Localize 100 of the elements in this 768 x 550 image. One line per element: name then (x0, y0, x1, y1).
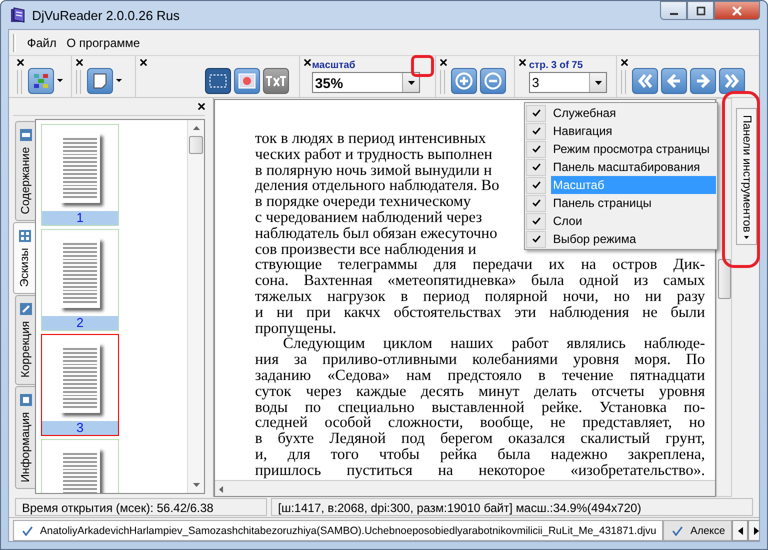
last-page-button[interactable] (719, 68, 745, 94)
document-tab[interactable]: AnatoliyArkadevichHarlampiev_Samozashchitabezoruzhiya(SAMBO).Uchebnoeposobiedlyarabotnikovmilicii_RuLit_Me_431871.djvu (13, 520, 664, 541)
zoom-dropdown[interactable]: 35% (312, 72, 420, 93)
zoom-in-button[interactable] (451, 68, 477, 94)
sidebar-tab[interactable]: Информация (15, 386, 35, 490)
text-line: ствующие телеграммы для передачи их на остров Дик- (255, 257, 705, 274)
menu-item[interactable]: Панель страницы (526, 194, 716, 212)
scrollbar[interactable] (187, 120, 204, 493)
close-button[interactable] (714, 1, 760, 20)
close-icon[interactable] (76, 59, 83, 66)
menu-item[interactable]: Навигация (526, 122, 716, 140)
maximize-button[interactable] (687, 1, 714, 20)
text-line: воды по специально выставленной рейке. Установка по- (255, 400, 705, 416)
page-button[interactable] (87, 68, 113, 94)
text-line: с чередованием наблюдений через (255, 210, 482, 226)
close-icon[interactable] (440, 59, 447, 66)
picture-icon (238, 72, 256, 88)
close-icon[interactable] (140, 59, 147, 66)
caret-icon[interactable] (594, 80, 602, 84)
text-line: суток через каждые десять минут делать отсчеты уровня (255, 384, 705, 400)
first-page-button[interactable] (632, 68, 658, 94)
zoom-label: масштаб (312, 60, 356, 71)
page-dropdown[interactable]: 3 (529, 72, 607, 93)
page-label: стр. 3 of 75 (529, 60, 584, 71)
menu-item[interactable]: Слои (526, 212, 716, 230)
close-icon[interactable] (304, 59, 311, 66)
text-line: пришлось пуститься на некоторое «изобретательство». (255, 462, 705, 479)
page-number: 2 (42, 316, 118, 330)
text-line: ток в людях в период интенсивных (255, 131, 486, 147)
view-mode-button[interactable] (28, 68, 54, 94)
text-line: деления отдельного наблюдателя. Во (255, 178, 500, 194)
page-thumbnail[interactable]: 3 (41, 334, 119, 436)
text-line: сов произвести все наблюдения и (255, 242, 476, 258)
scrollbar[interactable] (215, 480, 715, 496)
menu-item[interactable]: Режим просмотра страницы (526, 140, 716, 158)
highlight-frame (411, 55, 434, 77)
scroll-thumb[interactable] (189, 136, 203, 154)
text-line: ческих работ и трудность выполнен (255, 146, 492, 163)
sidebar-tab[interactable]: Содержание (15, 121, 35, 222)
grid-icon (18, 229, 32, 244)
left-arrow-icon (738, 526, 743, 534)
zoom-out-button[interactable] (480, 68, 506, 94)
close-icon[interactable] (17, 59, 24, 66)
close-icon[interactable] (198, 103, 205, 110)
text-line: и ни при какчх обстоятельствах эти наблюдения не были (255, 304, 705, 321)
plus-circle-icon (455, 72, 473, 90)
dashed-rectangle-icon (209, 74, 227, 88)
scroll-left-button[interactable] (732, 520, 748, 541)
status-text: Время открытия (мсек): 56.42/6.38 (15, 498, 267, 516)
menu-item[interactable]: Панель масштабирования (526, 158, 716, 176)
menu-item[interactable]: Выбор режима (526, 230, 716, 248)
wrench-icon (18, 302, 32, 316)
close-icon[interactable] (519, 59, 526, 66)
sidebar-tab[interactable]: Эскизы (13, 222, 35, 294)
caret-icon[interactable] (57, 79, 63, 82)
menu-item[interactable]: Файл (22, 34, 62, 52)
next-page-button[interactable] (690, 68, 716, 94)
text-line: пропущены. (255, 320, 336, 336)
close-icon (731, 4, 743, 16)
check-icon (672, 526, 684, 536)
left-arrow-icon[interactable] (219, 486, 223, 493)
sidebar-tab[interactable]: Коррекция (15, 295, 35, 385)
right-arrow-icon (754, 526, 759, 534)
text-line: тяжелых нагрузок в период полярной ночи, но ни разу (255, 288, 705, 305)
page-thumbnail[interactable]: 2 (41, 229, 119, 331)
caret-icon[interactable] (116, 79, 122, 82)
text-mode-button[interactable] (263, 68, 289, 94)
caret-icon[interactable] (408, 80, 414, 84)
down-arrow-icon[interactable] (192, 483, 200, 487)
text-line: в полярную ночь зимой вынудили н (255, 162, 492, 178)
minimize-icon (670, 12, 678, 14)
page-thumbnail[interactable]: 1 (41, 124, 119, 226)
text-line: Следующим циклом наших работ являлись наблюде- (283, 336, 705, 352)
down-arrow-icon (744, 236, 749, 240)
menu-item[interactable]: Служебная (526, 104, 716, 122)
text-line: и, для того чтобы рейка была надежно закреплена, (255, 446, 705, 463)
list-icon (18, 128, 32, 142)
minimize-button[interactable] (660, 1, 687, 20)
page-number: 1 (42, 211, 118, 225)
check-icon (22, 526, 33, 536)
colored-blocks-icon (33, 72, 49, 88)
book-icon (10, 7, 26, 23)
text-line: в бухте Ледяной под берегом оказался скалистый грунт, (255, 431, 705, 447)
page-number: 3 (42, 421, 118, 435)
document-tab[interactable]: Алексе (663, 520, 732, 541)
selection-button[interactable] (205, 68, 231, 94)
previous-page-button[interactable] (661, 68, 687, 94)
text-line: наблюдатель был обязан ежесуточно (255, 226, 498, 242)
minus-circle-icon (484, 72, 502, 90)
scroll-thumb[interactable] (718, 259, 730, 299)
info-icon (18, 392, 32, 407)
menu-item[interactable]: О программе (62, 34, 145, 52)
window-title: DjVuReader 2.0.0.26 Rus (32, 8, 180, 22)
text-line: ния за приливо-отливными колебаниями уровня моря. По (255, 352, 705, 368)
toolbars-panel-tab[interactable]: Панели инструментов (736, 108, 757, 246)
txt-icon (265, 74, 287, 88)
text-line: заданию «Седова» нам предстояло в течение пятнадцати (255, 368, 705, 384)
close-icon[interactable] (621, 59, 628, 66)
up-arrow-icon[interactable] (192, 126, 200, 130)
image-button[interactable] (234, 68, 260, 94)
